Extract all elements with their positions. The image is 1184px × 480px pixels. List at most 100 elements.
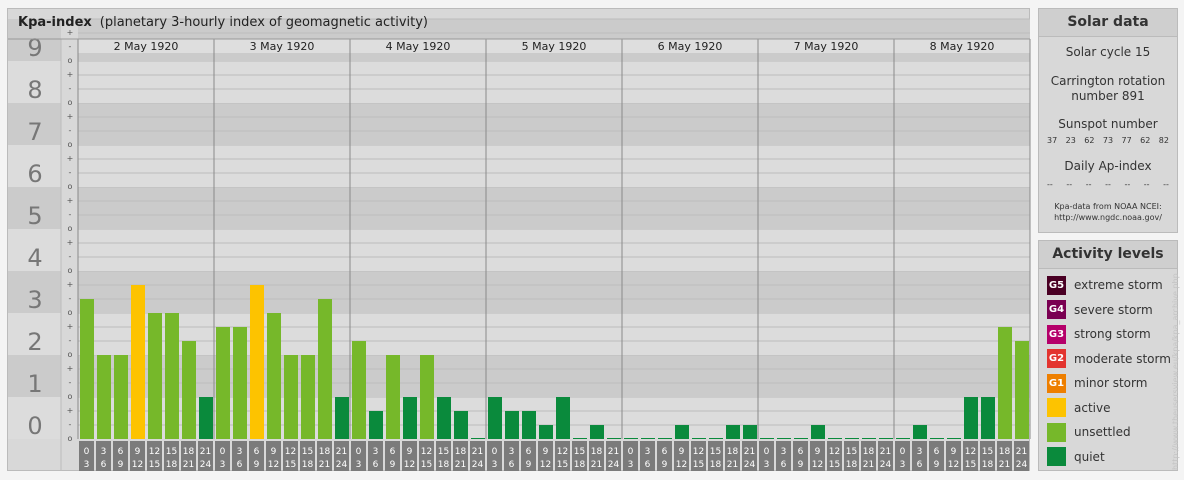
solar-data-panel: Solar data Solar cycle 15 Carrington rot… xyxy=(1038,8,1178,233)
sunspot-value: 73 xyxy=(1102,136,1114,145)
hour-end-label: 12 xyxy=(404,460,415,470)
hour-end-label: 6 xyxy=(101,460,107,470)
hour-start-label: 3 xyxy=(237,447,243,457)
y-minor-label: o xyxy=(68,392,73,401)
hour-start-label: 21 xyxy=(1016,447,1027,457)
hour-end-label: 9 xyxy=(390,460,396,470)
kp-bar xyxy=(794,438,808,439)
day-label: 3 May 1920 xyxy=(250,40,315,53)
y-minor-label: + xyxy=(67,70,74,79)
y-tick-label: 0 xyxy=(27,412,42,440)
hour-start-label: 18 xyxy=(863,447,875,457)
kpa-chart: 0123456789o-+o-+o-+o-+o-+o-+o-+o-+o-+o-+… xyxy=(8,18,1031,471)
sunspot-value: 82 xyxy=(1158,136,1169,145)
hour-end-label: 6 xyxy=(373,460,379,470)
day-label: 2 May 1920 xyxy=(114,40,179,53)
hour-end-label: 24 xyxy=(336,460,348,470)
kp-bar xyxy=(267,313,281,439)
y-minor-label: + xyxy=(67,196,74,205)
hour-end-label: 21 xyxy=(999,460,1010,470)
hour-start-label: 3 xyxy=(645,447,651,457)
y-minor-label: o xyxy=(68,266,73,275)
kp-bar xyxy=(641,438,655,439)
y-tick-label: 4 xyxy=(27,244,42,272)
legend-item: G1 minor storm xyxy=(1039,371,1177,396)
kp-bar xyxy=(386,355,400,439)
kp-bar xyxy=(675,425,689,439)
ap-value: -- xyxy=(1163,180,1169,189)
y-minor-label: - xyxy=(69,294,72,303)
hour-end-label: 3 xyxy=(492,460,498,470)
hour-start-label: 3 xyxy=(781,447,787,457)
kp-bar xyxy=(369,410,383,439)
hour-start-label: 15 xyxy=(166,447,177,457)
kp-bar xyxy=(556,397,570,439)
kp-bar xyxy=(80,299,94,439)
kp-bar xyxy=(743,425,757,439)
kp-bar xyxy=(947,438,961,439)
kp-bar xyxy=(148,313,162,439)
y-minor-label: - xyxy=(69,210,72,219)
kp-bar xyxy=(352,341,366,439)
hour-start-label: 0 xyxy=(84,447,90,457)
sunspot-value: 62 xyxy=(1140,136,1151,145)
hour-start-label: 3 xyxy=(509,447,515,457)
kp-bar xyxy=(114,355,128,439)
hour-start-label: 12 xyxy=(965,447,976,457)
hour-end-label: 21 xyxy=(319,460,330,470)
hour-start-label: 9 xyxy=(815,447,821,457)
ap-value: -- xyxy=(1143,180,1150,189)
sunspot-value: 37 xyxy=(1047,136,1058,145)
hour-end-label: 3 xyxy=(628,460,634,470)
kp-bar xyxy=(760,438,774,439)
hour-end-label: 12 xyxy=(540,460,551,470)
ap-value: -- xyxy=(1066,180,1073,189)
hour-start-label: 6 xyxy=(798,447,804,457)
band-4 xyxy=(78,229,1030,271)
kp-bar xyxy=(862,438,876,439)
solar-cycle: Solar cycle 15 xyxy=(1065,45,1151,59)
kp-bar xyxy=(692,438,706,439)
kp-bar xyxy=(658,438,672,439)
hour-end-label: 21 xyxy=(183,460,194,470)
legend-swatch xyxy=(1047,447,1066,467)
legend-label: moderate storm xyxy=(1074,351,1171,366)
kp-bar xyxy=(522,410,536,439)
chart-title-main: Kpa-index xyxy=(18,15,92,30)
day-label: 5 May 1920 xyxy=(522,40,587,53)
kp-bar xyxy=(879,438,893,439)
hour-end-label: 24 xyxy=(880,460,892,470)
kp-bar xyxy=(998,326,1012,439)
ap-value: -- xyxy=(1047,180,1053,189)
hour-start-label: 6 xyxy=(118,447,124,457)
y-minor-label: + xyxy=(67,112,74,121)
hour-end-label: 21 xyxy=(455,460,466,470)
hour-end-label: 12 xyxy=(676,460,687,470)
hour-end-label: 6 xyxy=(645,460,651,470)
hour-start-label: 9 xyxy=(407,447,413,457)
hour-end-label: 21 xyxy=(591,460,602,470)
hour-start-label: 0 xyxy=(900,447,906,457)
hour-start-label: 21 xyxy=(472,447,483,457)
hour-end-label: 6 xyxy=(781,460,787,470)
kp-bar xyxy=(284,355,298,439)
hour-end-label: 9 xyxy=(662,460,668,470)
kp-bar xyxy=(454,410,468,439)
legend-label: minor storm xyxy=(1074,376,1148,391)
legend-label: active xyxy=(1074,400,1111,415)
watermark-text: http://www.theusersview.eu/kpa/kpa_archi… xyxy=(1171,273,1180,470)
carrington-line-2: number 891 xyxy=(1071,89,1145,103)
hour-end-label: 6 xyxy=(237,460,243,470)
ap-value: -- xyxy=(1124,180,1131,189)
kp-bar xyxy=(828,438,842,439)
hour-start-label: 6 xyxy=(526,447,532,457)
kp-bar xyxy=(97,355,111,439)
kp-bar xyxy=(845,438,859,439)
legend-item: G2 moderate storm xyxy=(1039,347,1177,372)
hour-start-label: 21 xyxy=(336,447,347,457)
hour-start-label: 0 xyxy=(628,447,634,457)
hour-end-label: 15 xyxy=(285,460,296,470)
kp-bar xyxy=(811,425,825,439)
y-minor-label: o xyxy=(68,434,73,443)
hour-end-label: 18 xyxy=(574,460,586,470)
